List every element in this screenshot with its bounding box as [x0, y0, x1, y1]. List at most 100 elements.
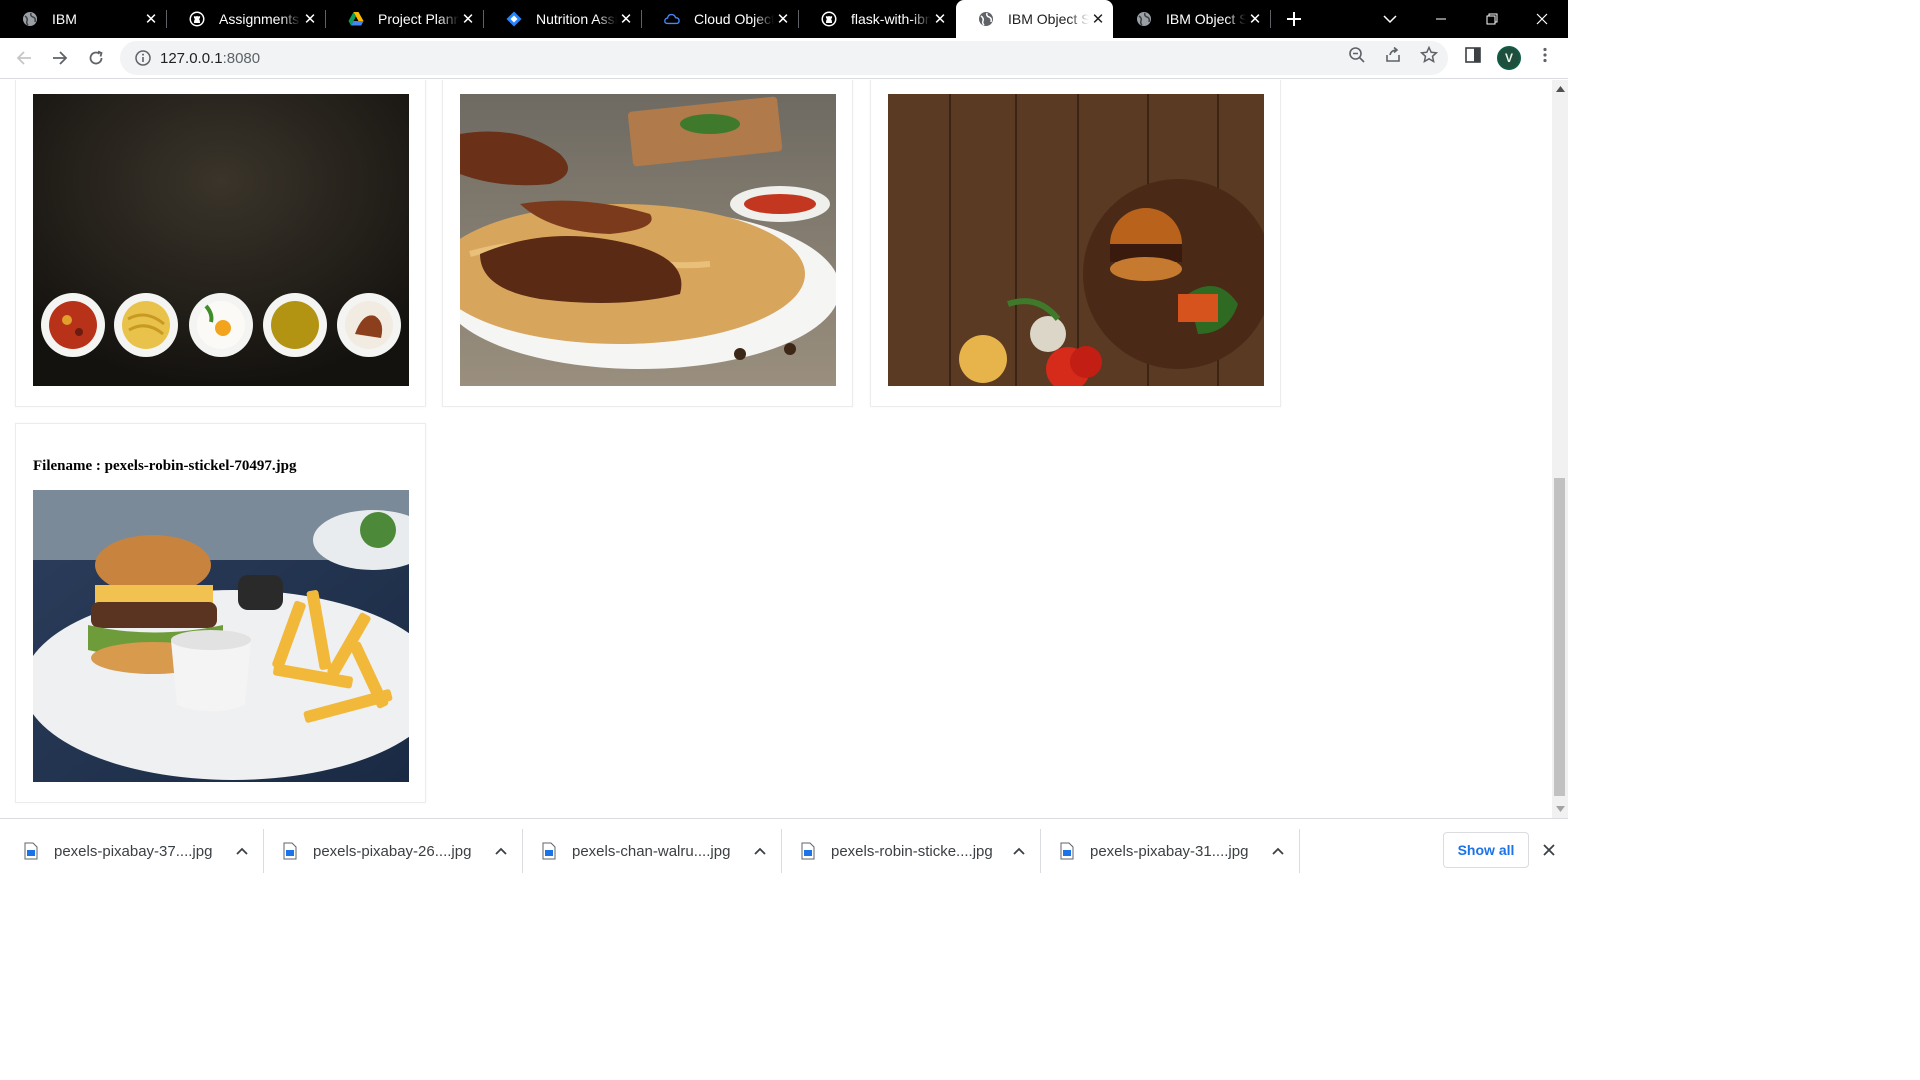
browser-toolbar: 127.0.0.1:8080: [0, 38, 1568, 79]
tab-project-planning[interactable]: Project Plannin ✕: [326, 0, 483, 38]
tab-title: Nutrition Assis: [536, 11, 617, 27]
biryani-plate-photo: [460, 94, 836, 386]
zoom-icon[interactable]: [1348, 46, 1366, 64]
tab-ibm[interactable]: IBM ✕: [0, 0, 166, 38]
image-file-icon: [1060, 842, 1074, 860]
jira-icon: [506, 11, 522, 27]
tab-title: Assignments-C: [219, 11, 301, 27]
tab-title: IBM Object Sto: [1166, 11, 1246, 27]
close-icon[interactable]: ✕: [1089, 10, 1107, 28]
show-all-button[interactable]: Show all: [1443, 832, 1529, 868]
download-filename: pexels-pixabay-37....jpg: [54, 842, 213, 860]
tab-title: IBM Object Sto: [1008, 11, 1089, 27]
minimize-button[interactable]: [1424, 0, 1458, 38]
tab-search-button[interactable]: [1378, 0, 1402, 38]
chevron-up-icon[interactable]: [230, 839, 254, 863]
restore-button[interactable]: [1475, 0, 1509, 38]
image-card: [442, 80, 853, 407]
tab-assignments[interactable]: Assignments-C ✕: [167, 0, 325, 38]
chevron-up-icon[interactable]: [1007, 839, 1031, 863]
url-host: 127.0.0.1: [160, 49, 223, 67]
download-separator: [1299, 829, 1300, 873]
globe-icon: [978, 11, 994, 27]
scroll-down-arrow-icon[interactable]: [1555, 804, 1565, 814]
ibm-cloud-icon: [664, 11, 680, 27]
download-item[interactable]: pexels-pixabay-37....jpg: [0, 827, 258, 875]
download-filename: pexels-robin-sticke....jpg: [831, 842, 993, 860]
close-icon[interactable]: ✕: [617, 10, 635, 28]
close-icon: [1536, 13, 1548, 25]
restore-icon: [1486, 13, 1498, 25]
image-file-icon: [542, 842, 556, 860]
url-port: :8080: [222, 49, 261, 67]
image-card: [870, 80, 1281, 407]
minimize-icon: [1436, 18, 1446, 20]
reload-icon: [89, 50, 103, 65]
chevron-up-icon[interactable]: [1266, 839, 1290, 863]
download-item[interactable]: pexels-chan-walru....jpg: [518, 827, 776, 875]
forward-button[interactable]: [46, 44, 74, 72]
vertical-scrollbar[interactable]: [1552, 80, 1568, 818]
bookmark-star-icon[interactable]: [1420, 46, 1438, 64]
download-item[interactable]: pexels-pixabay-31....jpg: [1036, 827, 1294, 875]
github-icon: [821, 11, 837, 27]
tab-flask-with-ibm[interactable]: flask-with-ibm ✕: [799, 0, 955, 38]
page-viewport: Filename : pexels-robin-stickel-70497.jp…: [0, 80, 1552, 818]
close-window-button[interactable]: [1525, 0, 1559, 38]
back-button[interactable]: [10, 44, 38, 72]
tab-strip: IBM ✕ Assignments-C ✕ Project Plannin ✕ …: [0, 0, 1568, 38]
image-file-icon: [283, 842, 297, 860]
close-icon[interactable]: ✕: [931, 10, 949, 28]
close-icon[interactable]: ✕: [459, 10, 477, 28]
image-file-icon: [24, 842, 38, 860]
profile-avatar[interactable]: V: [1497, 46, 1521, 70]
close-icon[interactable]: ✕: [1246, 10, 1264, 28]
globe-icon: [1136, 11, 1152, 27]
tab-title: Cloud Object S: [694, 11, 774, 27]
github-icon: [189, 11, 205, 27]
tab-separator: [1270, 10, 1271, 28]
tab-title: Project Plannin: [378, 11, 459, 27]
scroll-up-arrow-icon[interactable]: [1555, 84, 1565, 94]
arrow-right-icon: [53, 51, 68, 65]
image-card: Filename : pexels-robin-stickel-70497.jp…: [15, 423, 426, 803]
download-item[interactable]: pexels-robin-sticke....jpg: [777, 827, 1035, 875]
chevron-down-icon: [1383, 15, 1397, 24]
close-icon: [1543, 844, 1555, 856]
tab-ibm-object-storage[interactable]: IBM Object Sto ✕: [1114, 0, 1270, 38]
image-card: [15, 80, 426, 407]
url-text: 127.0.0.1:8080: [160, 50, 260, 67]
kebab-menu-icon[interactable]: [1536, 46, 1554, 64]
arrow-left-icon: [16, 51, 31, 65]
close-download-bar-button[interactable]: [1538, 839, 1560, 861]
burger-board-photo: [888, 94, 1264, 386]
tab-cloud-object-storage[interactable]: Cloud Object S ✕: [642, 0, 798, 38]
tab-ibm-object-storage-active[interactable]: IBM Object Sto ✕: [956, 0, 1113, 38]
address-bar[interactable]: 127.0.0.1:8080: [120, 41, 1448, 75]
scrollbar-thumb[interactable]: [1554, 478, 1565, 796]
close-icon[interactable]: ✕: [301, 10, 319, 28]
image-file-icon: [801, 842, 815, 860]
download-filename: pexels-chan-walru....jpg: [572, 842, 731, 860]
download-filename: pexels-pixabay-31....jpg: [1090, 842, 1249, 860]
tab-nutrition-assistant[interactable]: Nutrition Assis ✕: [484, 0, 641, 38]
info-icon[interactable]: [134, 49, 152, 67]
new-tab-button[interactable]: [1280, 0, 1308, 38]
side-panel-icon[interactable]: [1464, 46, 1482, 64]
close-icon[interactable]: ✕: [142, 10, 160, 28]
close-icon[interactable]: ✕: [774, 10, 792, 28]
download-item[interactable]: pexels-pixabay-26....jpg: [259, 827, 517, 875]
tab-title: IBM: [52, 11, 77, 27]
filename-label: Filename : pexels-robin-stickel-70497.jp…: [33, 458, 297, 474]
chevron-up-icon[interactable]: [748, 839, 772, 863]
burger-fries-photo: [33, 490, 409, 782]
plus-icon: [1287, 12, 1301, 26]
globe-icon: [22, 11, 38, 27]
food-plates-dark-photo: [33, 94, 409, 386]
google-drive-icon: [348, 11, 364, 27]
reload-button[interactable]: [82, 44, 110, 72]
chevron-up-icon[interactable]: [489, 839, 513, 863]
tab-title: flask-with-ibm: [851, 11, 931, 27]
download-bar: pexels-pixabay-37....jpg pexels-pixabay-…: [0, 818, 1568, 882]
share-icon[interactable]: [1384, 46, 1402, 64]
